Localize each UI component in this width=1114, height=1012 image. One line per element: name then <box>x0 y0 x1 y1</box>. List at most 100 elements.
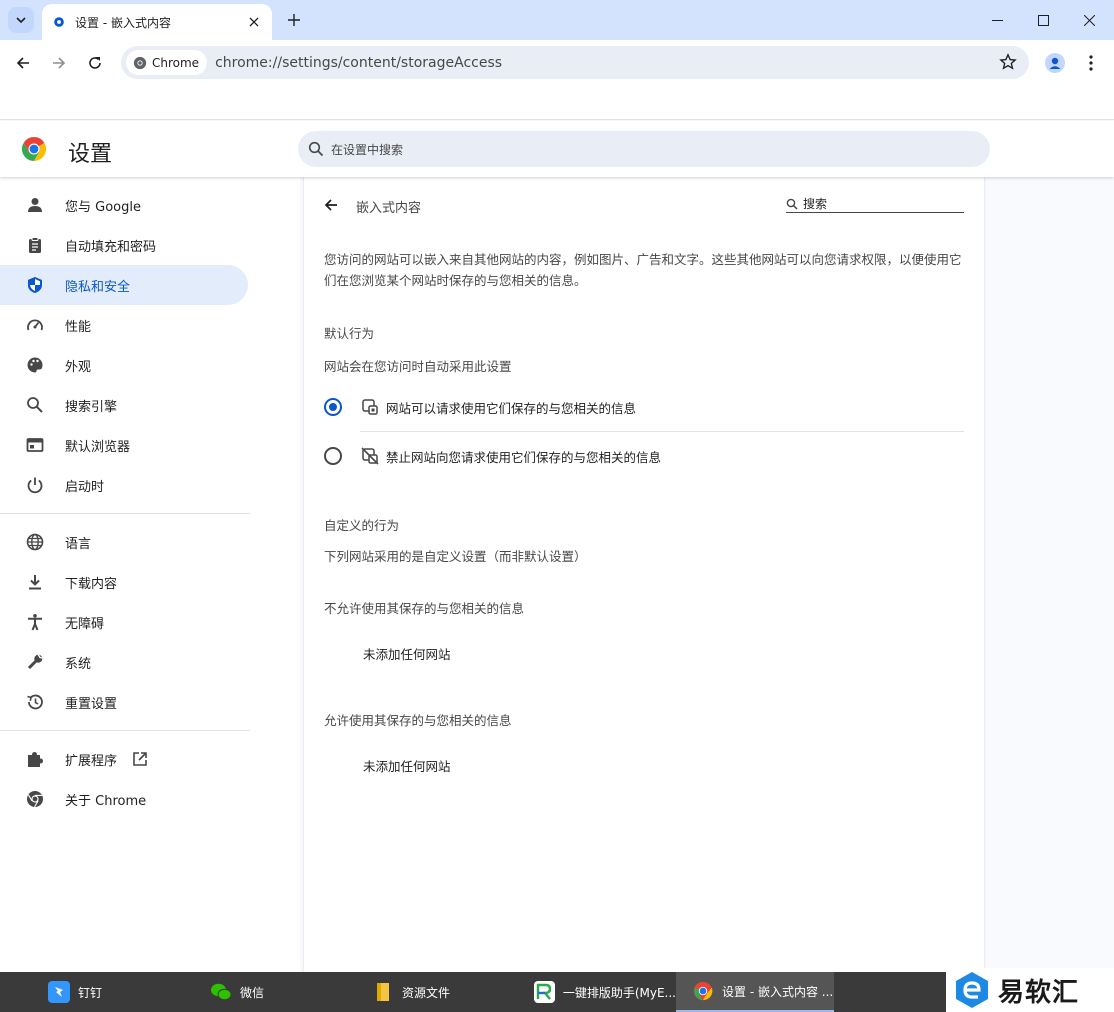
sidebar-item-label: 您与 Google <box>65 199 141 215</box>
browser-icon <box>24 434 46 456</box>
minimize-icon <box>991 19 1003 21</box>
site-info-chip[interactable]: Chrome <box>126 50 208 75</box>
sidebar-item-label: 无障碍 <box>65 616 105 632</box>
maximize-icon <box>1037 14 1049 26</box>
sidebar-item-accessibility[interactable]: 无障碍 <box>0 602 248 642</box>
address-bar[interactable]: Chrome chrome://settings/content/storage… <box>121 46 1029 79</box>
chip-label: Chrome <box>152 55 200 70</box>
allowed-sites-empty: 未添加任何网站 <box>363 759 451 774</box>
wechat-icon <box>210 981 232 1003</box>
shield-icon <box>24 274 46 296</box>
sidebar-item-label: 系统 <box>65 656 92 672</box>
sidebar-item-on-startup[interactable]: 启动时 <box>0 465 248 505</box>
minimize-button[interactable] <box>974 0 1020 40</box>
sidebar-item-about-chrome[interactable]: 关于 Chrome <box>0 779 248 819</box>
tab-search-button[interactable] <box>8 7 34 33</box>
back-button[interactable] <box>8 48 38 78</box>
clipboard-icon <box>24 234 46 256</box>
close-icon <box>1083 14 1095 26</box>
more-vert-icon <box>1089 55 1093 71</box>
sidebar-item-system[interactable]: 系统 <box>0 642 248 682</box>
sidebar-item-downloads[interactable]: 下载内容 <box>0 562 248 602</box>
sidebar-item-reset[interactable]: 重置设置 <box>0 682 248 722</box>
radio-button-unselected[interactable] <box>324 447 342 465</box>
sidebar-item-label: 启动时 <box>65 479 105 495</box>
search-icon <box>308 141 324 157</box>
taskbar-item-wechat[interactable]: 微信 <box>194 972 356 1012</box>
arrow-left-icon <box>324 199 337 211</box>
sidebar-item-label: 外观 <box>65 359 92 375</box>
wrench-icon <box>24 651 46 673</box>
star-icon <box>999 53 1017 70</box>
dingtalk-icon <box>48 981 70 1003</box>
profile-button[interactable] <box>1040 48 1070 78</box>
settings-body: 您与 Google 自动填充和密码 隐私和安全 性能 外观 搜索引擎 默认浏览器 <box>0 177 1114 972</box>
default-behavior-subtitle: 网站会在您访问时自动采用此设置 <box>324 359 512 374</box>
forward-button[interactable] <box>44 48 74 78</box>
settings-search-input[interactable]: 在设置中搜索 <box>298 131 990 167</box>
bookmark-bar <box>0 85 1114 120</box>
gear-icon <box>54 17 64 27</box>
close-tab-icon[interactable] <box>246 14 262 30</box>
reload-button[interactable] <box>80 48 110 78</box>
sidebar-item-label: 默认浏览器 <box>65 439 131 455</box>
url-text[interactable]: chrome://settings/content/storageAccess <box>215 55 502 71</box>
sidebar-item-appearance[interactable]: 外观 <box>0 345 248 385</box>
sidebar-item-search-engine[interactable]: 搜索引擎 <box>0 385 248 425</box>
content-search-input[interactable]: 搜索 <box>786 195 964 213</box>
chevron-down-icon <box>16 17 26 24</box>
chrome-icon <box>692 980 714 1002</box>
sidebar-item-extensions[interactable]: 扩展程序 <box>0 739 248 779</box>
back-arrow-button[interactable] <box>320 194 342 216</box>
taskbar-item-label: 设置 - 嵌入式内容 ... <box>722 984 834 999</box>
taskbar-item-label: 一键排版助手(MyE... <box>562 985 676 1000</box>
arrow-left-icon <box>16 57 29 69</box>
active-tab[interactable]: 设置 - 嵌入式内容 <box>42 4 272 40</box>
sidebar-item-performance[interactable]: 性能 <box>0 305 248 345</box>
taskbar-item-folder[interactable]: 资源文件 <box>356 972 518 1012</box>
sidebar: 您与 Google 自动填充和密码 隐私和安全 性能 外观 搜索引擎 默认浏览器 <box>0 177 300 972</box>
globe-icon <box>24 531 46 553</box>
sidebar-divider <box>0 730 250 731</box>
maximize-button[interactable] <box>1020 0 1066 40</box>
page-description: 您访问的网站可以嵌入来自其他网站的内容，例如图片、广告和文字。这些其他网站可以向… <box>324 252 962 288</box>
taskbar: 钉钉 微信 资源文件 一键排版助手(MyE... 设置 - 嵌入式内容 ... … <box>0 968 1114 1012</box>
taskbar-item-label: 微信 <box>240 985 265 1000</box>
search-icon <box>24 394 46 416</box>
sidebar-item-autofill[interactable]: 自动填充和密码 <box>0 225 248 265</box>
sidebar-item-you-and-google[interactable]: 您与 Google <box>0 185 248 225</box>
puzzle-icon <box>24 748 46 770</box>
radio-option-block[interactable]: 禁止网站向您请求使用它们保存的与您相关的信息 <box>324 436 964 476</box>
bookmark-star-button[interactable] <box>999 53 1017 75</box>
title-bar: 设置 - 嵌入式内容 <box>0 0 1114 40</box>
taskbar-item-chrome-settings[interactable]: 设置 - 嵌入式内容 ... <box>676 972 834 1012</box>
chrome-icon <box>24 788 46 810</box>
sidebar-item-privacy[interactable]: 隐私和安全 <box>0 265 248 305</box>
settings-header: 设置 在设置中搜索 <box>0 121 1114 177</box>
accessibility-icon <box>24 611 46 633</box>
taskbar-item-dingtalk[interactable]: 钉钉 <box>32 972 194 1012</box>
sidebar-item-label: 隐私和安全 <box>65 279 131 295</box>
sidebar-item-languages[interactable]: 语言 <box>0 522 248 562</box>
radio-button-selected[interactable] <box>324 398 342 416</box>
option-allow-label: 网站可以请求使用它们保存的与您相关的信息 <box>386 400 637 416</box>
custom-behavior-subtitle: 下列网站采用的是自定义设置（而非默认设置） <box>324 549 587 564</box>
close-window-button[interactable] <box>1066 0 1112 40</box>
sidebar-item-default-browser[interactable]: 默认浏览器 <box>0 425 248 465</box>
allowed-sites-heading: 允许使用其保存的与您相关的信息 <box>324 713 512 728</box>
page-title: 嵌入式内容 <box>356 201 422 216</box>
chrome-logo-icon <box>22 137 46 161</box>
radio-option-allow[interactable]: 网站可以请求使用它们保存的与您相关的信息 <box>324 387 964 427</box>
chrome-icon <box>133 56 147 69</box>
sidebar-item-label: 语言 <box>65 536 92 552</box>
sidebar-item-label: 性能 <box>65 319 92 335</box>
menu-button[interactable] <box>1076 48 1106 78</box>
new-tab-button[interactable] <box>282 8 306 32</box>
settings-title: 设置 <box>68 142 113 167</box>
option-divider <box>360 431 964 432</box>
typesetting-app-icon <box>534 981 555 1003</box>
arrow-right-icon <box>53 57 66 69</box>
taskbar-item-typesetting[interactable]: 一键排版助手(MyE... <box>518 972 676 1012</box>
reload-icon <box>89 57 101 69</box>
default-behavior-heading: 默认行为 <box>324 326 375 341</box>
